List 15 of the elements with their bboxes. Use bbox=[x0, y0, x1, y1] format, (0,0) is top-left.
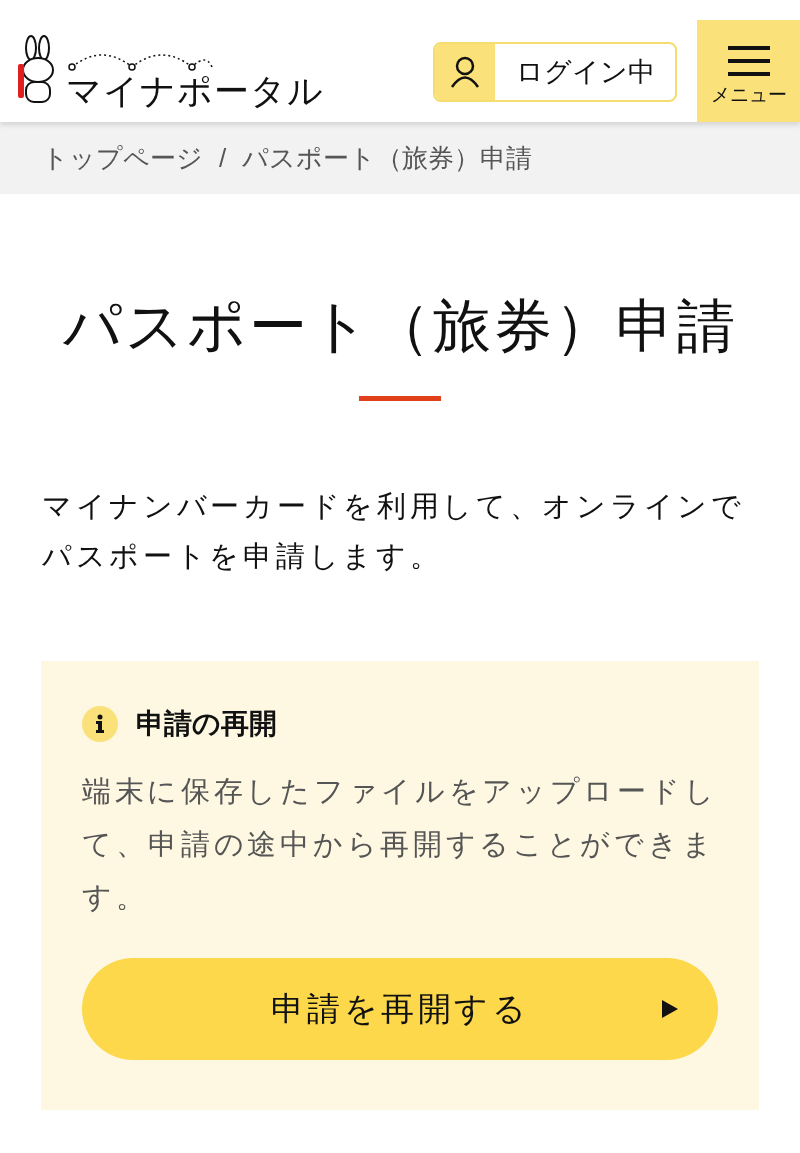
breadcrumb-current: パスポート（旅券）申請 bbox=[242, 141, 533, 175]
play-triangle-icon bbox=[662, 1000, 678, 1018]
user-icon bbox=[450, 56, 480, 88]
description-text: マイナンバーカードを利用して、オンラインでパスポートを申請します。 bbox=[42, 489, 746, 574]
notice-heading: 申請の再開 bbox=[136, 707, 277, 741]
login-button[interactable]: ログイン中 bbox=[433, 42, 677, 102]
menu-button[interactable]: メニュー bbox=[697, 20, 800, 122]
info-icon bbox=[82, 706, 118, 742]
notice-text: 端末に保存したファイルをアップロードして、申請の途中から再開することができます。 bbox=[82, 774, 718, 915]
breadcrumb-link[interactable]: トップページ bbox=[42, 140, 203, 176]
logo-text[interactable]: マイナポータル bbox=[66, 73, 324, 108]
menu-icon bbox=[727, 46, 770, 76]
breadcrumb-separator: / bbox=[219, 142, 227, 174]
page-title: パスポート（旅券）申請 bbox=[62, 292, 738, 360]
resume-button[interactable]: 申請を再開する bbox=[82, 958, 718, 1060]
